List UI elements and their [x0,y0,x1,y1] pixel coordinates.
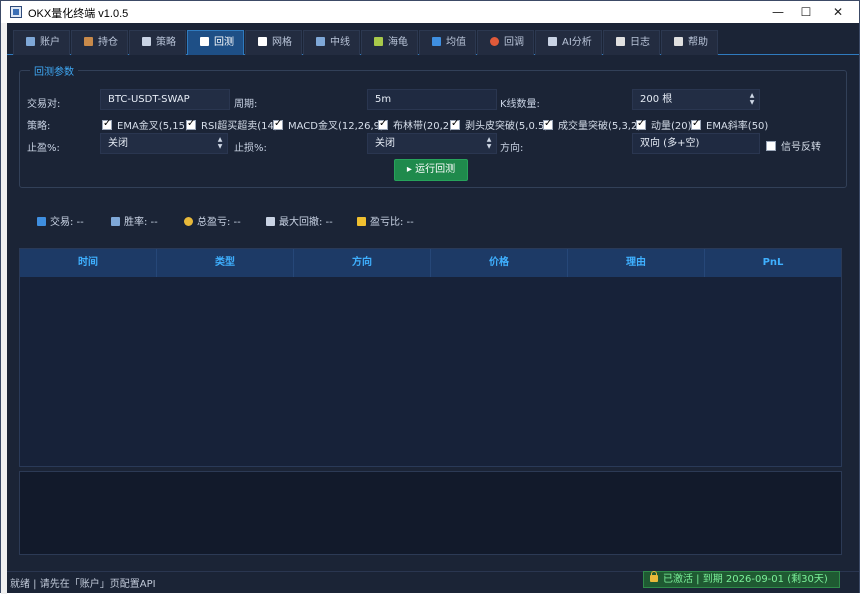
stepper-arrows[interactable]: ▲ ▼ [216,136,224,150]
column-header-price[interactable]: 价格 [431,249,568,277]
column-header-reason[interactable]: 理由 [568,249,705,277]
column-header-time[interactable]: 时间 [20,249,157,277]
signal-reverse-checkbox[interactable]: 信号反转 [766,138,821,153]
money-bag-icon [184,217,193,226]
tab-log[interactable]: 日志 [603,30,660,55]
stop-loss-stepper[interactable]: 关闭 ▲ ▼ [367,133,497,154]
app-window: OKX量化终端 v1.0.5 — ☐ ✕ 账户 持仓 策略 回测 网格 中线 海… [0,0,860,594]
title-bar: OKX量化终端 v1.0.5 — ☐ ✕ [1,1,859,23]
target-icon [490,37,499,46]
status-text: 就绪 | 请先在「账户」页配置API [10,579,156,590]
shield-icon [548,37,557,46]
strategy-label: 策略: [27,121,51,132]
period-select[interactable]: 5m [367,89,497,110]
pair-input[interactable]: BTC-USDT-SWAP [100,89,230,110]
tab-positions[interactable]: 持仓 [71,30,128,55]
bar-chart-icon [111,217,120,226]
column-header-direction[interactable]: 方向 [294,249,431,277]
params-group: 回测参数 交易对: BTC-USDT-SWAP 周期: 5m K线数量: 200… [19,63,847,188]
stepper-arrows[interactable]: ▲ ▼ [748,92,756,106]
license-badge: 已激活 | 到期 2026-09-01 (剩30天) [643,571,840,588]
checkbox-icon[interactable] [450,118,460,130]
take-profit-label: 止盈%: [27,143,60,154]
log-output[interactable] [19,471,842,555]
app-icon [10,6,22,18]
bar-chart-icon [316,37,325,46]
window-title: OKX量化终端 v1.0.5 [28,8,129,20]
checkbox-icon[interactable] [186,118,196,130]
tab-backtest[interactable]: 回测 [187,30,244,55]
book-icon [674,37,683,46]
tab-pullback[interactable]: 回调 [477,30,534,55]
column-header-type[interactable]: 类型 [157,249,294,277]
strategy-checkbox-scalp[interactable]: 剥头皮突破(5,0.5) [450,117,548,132]
stat-max-drawdown: 最大回撤: -- [266,213,333,228]
tab-mean[interactable]: 均值 [419,30,476,55]
swap-icon [432,37,441,46]
chart-up-icon [200,37,209,46]
lightning-icon [357,217,366,226]
tab-grid[interactable]: 网格 [245,30,302,55]
column-header-pnl[interactable]: PnL [705,249,841,277]
strategy-checkbox-bollinger[interactable]: 布林带(20,2) [378,117,453,132]
stat-profit-ratio: 盈亏比: -- [357,213,414,228]
strategy-checkbox-macd[interactable]: MACD金叉(12,26,9) [273,117,384,132]
checkbox-icon[interactable] [102,118,112,130]
strategy-checkbox-momentum[interactable]: 动量(20) [636,117,692,132]
run-backtest-button[interactable]: ▸ 运行回测 [394,159,468,181]
pair-label: 交易对: [27,99,61,110]
tab-turtle[interactable]: 海龟 [361,30,418,55]
strategy-checkbox-ema-cross[interactable]: EMA金叉(5,15) [102,117,189,132]
stepper-arrows[interactable]: ▲ ▼ [485,136,493,150]
checkbox-icon[interactable] [273,118,283,130]
box-icon [84,37,93,46]
grid-icon [258,37,267,46]
close-button[interactable]: ✕ [821,1,855,23]
kline-label: K线数量: [500,99,540,110]
tab-account[interactable]: 账户 [13,30,70,55]
backtest-panel: 回测参数 交易对: BTC-USDT-SWAP 周期: 5m K线数量: 200… [7,56,859,571]
stat-winrate: 胜率: -- [111,213,158,228]
maximize-button[interactable]: ☐ [789,1,823,23]
account-chart-icon [26,37,35,46]
tab-midterm[interactable]: 中线 [303,30,360,55]
trades-table: 时间 类型 方向 价格 理由 PnL [19,248,842,467]
chart-down-icon [266,217,275,226]
table-header: 时间 类型 方向 价格 理由 PnL [20,249,841,277]
status-bar: 就绪 | 请先在「账户」页配置API 已激活 | 到期 2026-09-01 (… [7,571,859,593]
notepad-icon [616,37,625,46]
period-label: 周期: [234,99,258,110]
tab-ai-analysis[interactable]: AI分析 [535,30,602,55]
tab-help[interactable]: 帮助 [661,30,718,55]
kline-count-stepper[interactable]: 200 根 ▲ ▼ [632,89,760,110]
lock-icon [650,571,658,582]
checkbox-icon[interactable] [691,118,701,130]
checkbox-icon[interactable] [378,118,388,130]
strategy-checkbox-rsi[interactable]: RSI超买超卖(14) [186,117,278,132]
checkbox-icon[interactable] [543,118,553,130]
stop-loss-label: 止损%: [234,143,267,154]
strategy-checkbox-ema-slope[interactable]: EMA斜率(50) [691,117,768,132]
params-group-title: 回测参数 [30,63,78,78]
checkbox-icon[interactable] [636,118,646,130]
strategy-checkbox-volume[interactable]: 成交量突破(5,3,2) [543,117,641,132]
checkbox-icon[interactable] [766,141,776,151]
swap-icon [37,217,46,226]
stat-trades: 交易: -- [37,213,84,228]
tab-bar: 账户 持仓 策略 回测 网格 中线 海龟 均值 回调 AI分析 日志 帮助 [7,28,859,55]
turtle-icon [374,37,383,46]
shield-icon [142,37,151,46]
stat-total-pnl: 总盈亏: -- [184,213,241,228]
direction-label: 方向: [500,143,524,154]
tab-strategy[interactable]: 策略 [129,30,186,55]
take-profit-stepper[interactable]: 关闭 ▲ ▼ [100,133,228,154]
direction-select[interactable]: 双向 (多+空) [632,133,760,154]
